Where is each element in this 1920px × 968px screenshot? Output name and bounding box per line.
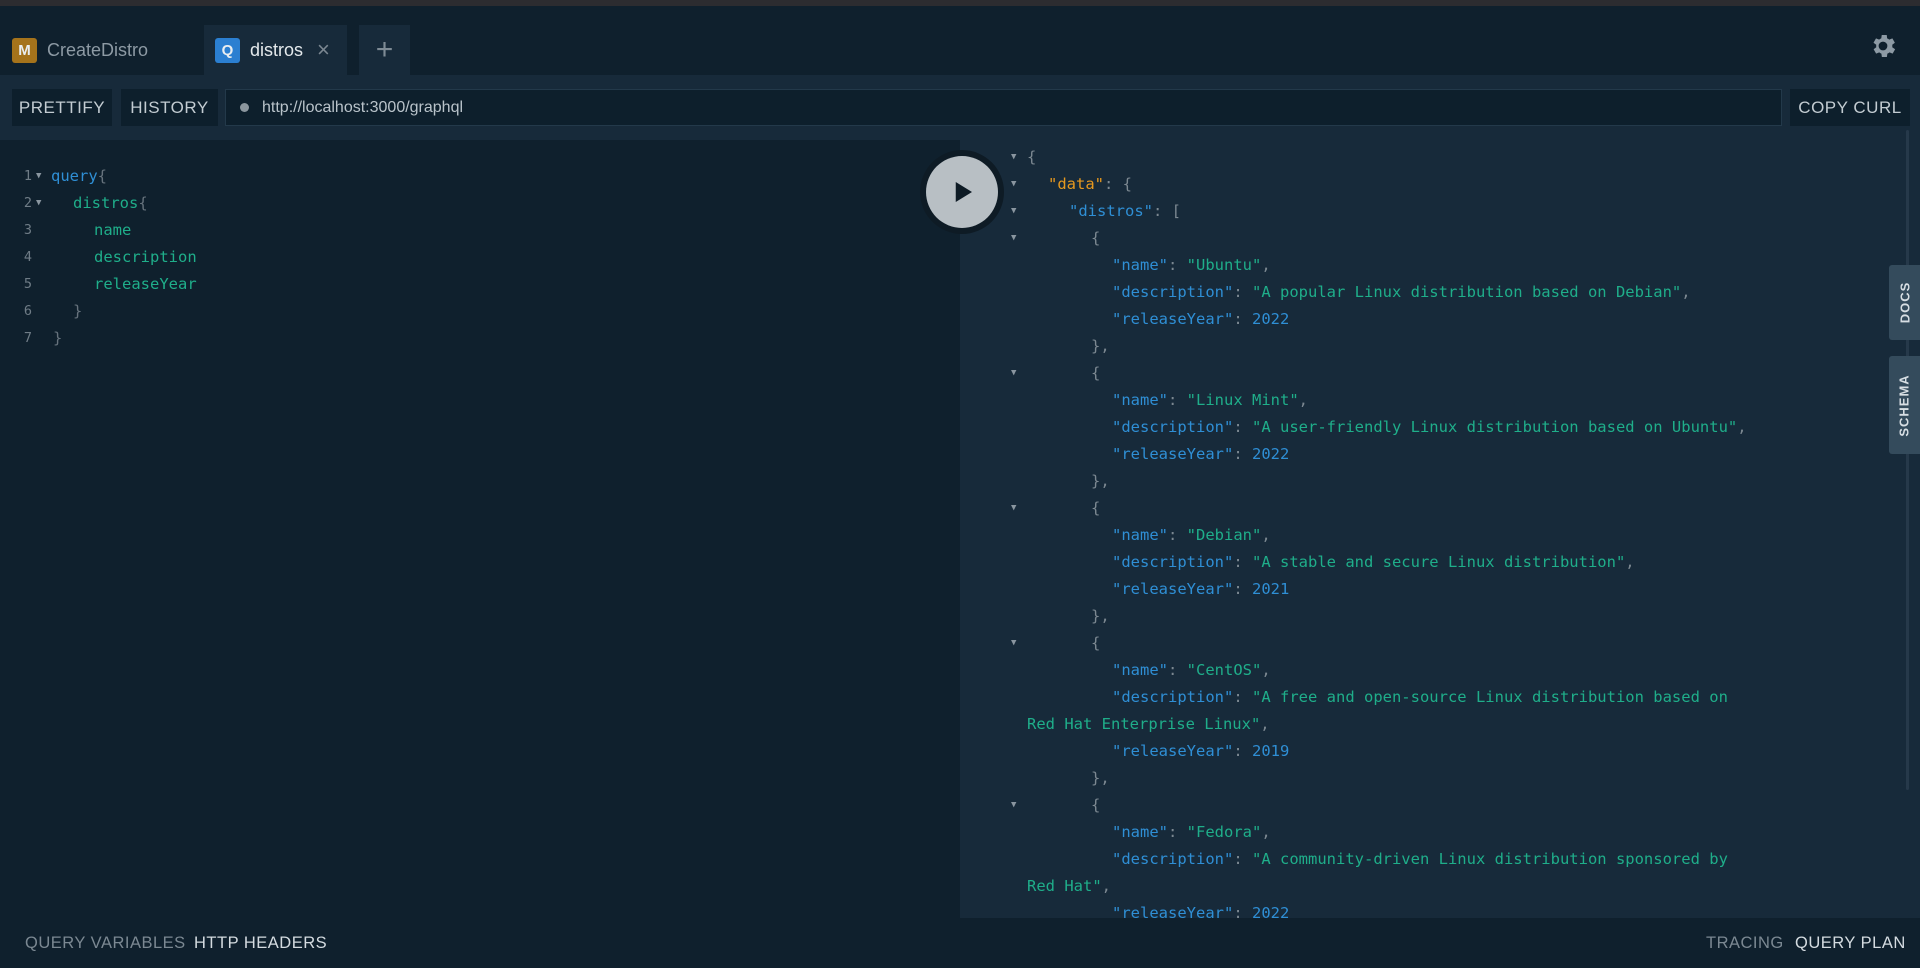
play-icon — [955, 182, 972, 202]
field-name: name — [94, 220, 132, 239]
distro-description-continued: Red Hat" — [1027, 876, 1102, 895]
tracing-tab[interactable]: TRACING — [1706, 918, 1784, 968]
distro-name: "Fedora" — [1186, 822, 1262, 841]
line-number: 7 — [23, 329, 32, 346]
distros-key: "distros" — [1069, 201, 1153, 220]
gear-icon[interactable] — [1868, 31, 1898, 61]
history-button[interactable]: HISTORY — [121, 89, 218, 126]
query-keyword: query — [51, 166, 98, 185]
query-editor[interactable]: 1 ▼ query{ 2 ▼ distros{ 3 name 4 descrip… — [0, 140, 960, 918]
bottom-bar: QUERY VARIABLES HTTP HEADERS TRACING QUE… — [0, 918, 1920, 968]
fold-arrow-icon[interactable]: ▼ — [1011, 503, 1016, 513]
results-scrollbar[interactable] — [1906, 130, 1909, 790]
close-tab-icon[interactable]: × — [317, 39, 330, 61]
connection-status-icon — [240, 103, 249, 112]
distro-name: "Debian" — [1186, 525, 1262, 544]
line-number: 4 — [23, 248, 32, 265]
distro-description: "A free and open-source Linux distributi… — [1252, 687, 1728, 706]
fold-arrow-icon[interactable]: ▼ — [1011, 152, 1016, 162]
schema-label: SCHEMA — [1897, 373, 1912, 437]
distro-release-year: 2022 — [1252, 903, 1290, 919]
mutation-badge: M — [12, 37, 37, 63]
field-description: description — [94, 247, 197, 266]
distro-name: "CentOS" — [1186, 660, 1262, 679]
distro-release-year: 2022 — [1252, 309, 1290, 328]
distro-description: "A community-driven Linux distribution s… — [1252, 849, 1728, 868]
copy-curl-button[interactable]: COPY CURL — [1790, 89, 1910, 126]
tab-distros[interactable]: Q distros × — [204, 25, 347, 75]
distro-name: "Ubuntu" — [1186, 255, 1262, 274]
fold-arrow-icon[interactable]: ▼ — [1011, 179, 1016, 189]
distro-description: "A popular Linux distribution based on D… — [1252, 282, 1682, 301]
endpoint-url-input[interactable]: http://localhost:3000/graphql — [225, 89, 1782, 126]
schema-tab[interactable]: SCHEMA — [1889, 356, 1920, 454]
line-number: 1 — [23, 167, 32, 184]
fold-arrow-icon[interactable]: ▼ — [1011, 638, 1016, 648]
root-field: distros — [73, 193, 139, 212]
tabs-bar: M CreateDistro Q distros × + — [0, 6, 1920, 75]
query-variables-tab[interactable]: QUERY VARIABLES — [25, 918, 186, 968]
data-key: "data" — [1048, 174, 1104, 193]
toolbar: PRETTIFY HISTORY http://localhost:3000/g… — [0, 75, 1920, 140]
docs-tab[interactable]: DOCS — [1889, 265, 1920, 340]
distro-description-continued: Red Hat Enterprise Linux" — [1027, 714, 1261, 733]
run-query-button[interactable] — [920, 150, 1004, 234]
prettify-button[interactable]: PRETTIFY — [12, 89, 112, 126]
line-number: 2 — [23, 194, 32, 211]
tab-createdistro[interactable]: M CreateDistro — [0, 25, 192, 75]
http-headers-tab[interactable]: HTTP HEADERS — [194, 918, 327, 968]
distro-description: "A user-friendly Linux distribution base… — [1252, 417, 1738, 436]
result-viewer[interactable]: ▼{ ▼ "data": { ▼ "distros": [ ▼{ "name": "… — [960, 140, 1890, 918]
fold-arrow-icon[interactable]: ▼ — [1011, 800, 1016, 810]
query-plan-tab[interactable]: QUERY PLAN — [1795, 918, 1906, 968]
line-number: 5 — [23, 275, 32, 292]
field-releaseyear: releaseYear — [94, 274, 197, 293]
distro-release-year: 2022 — [1252, 444, 1290, 463]
tab-label: CreateDistro — [47, 39, 149, 60]
fold-arrow-icon[interactable]: ▼ — [1011, 206, 1016, 216]
tab-label: distros — [250, 39, 304, 60]
line-number: 6 — [23, 302, 32, 319]
fold-arrow-icon[interactable]: ▼ — [36, 171, 41, 181]
distro-description: "A stable and secure Linux distribution" — [1252, 552, 1626, 571]
fold-arrow-icon[interactable]: ▼ — [36, 198, 41, 208]
distro-release-year: 2019 — [1252, 741, 1290, 760]
fold-arrow-icon[interactable]: ▼ — [1011, 368, 1016, 378]
endpoint-url: http://localhost:3000/graphql — [262, 98, 464, 116]
fold-arrow-icon[interactable]: ▼ — [1011, 233, 1016, 243]
distro-name: "Linux Mint" — [1186, 390, 1299, 409]
docs-label: DOCS — [1897, 281, 1912, 324]
query-badge: Q — [215, 37, 240, 63]
add-tab-button[interactable]: + — [359, 25, 410, 75]
line-number: 3 — [23, 221, 32, 238]
distro-release-year: 2021 — [1252, 579, 1290, 598]
